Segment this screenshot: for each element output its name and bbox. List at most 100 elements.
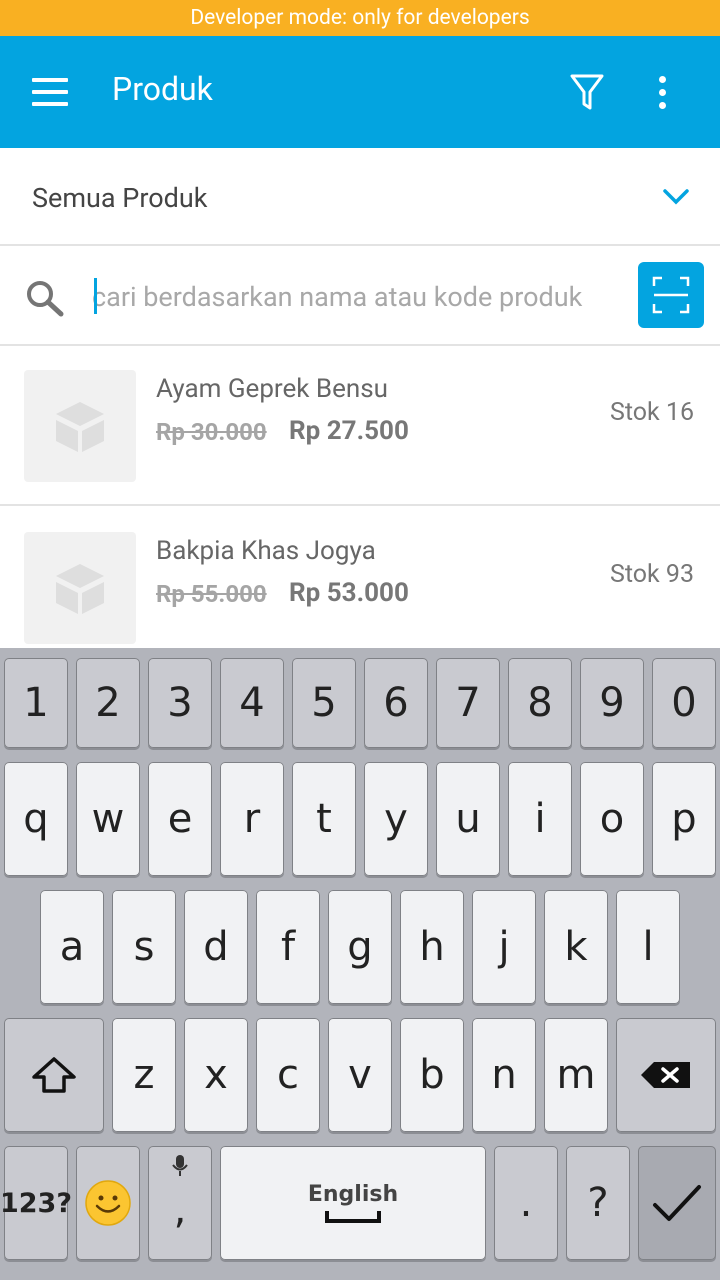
search-icon xyxy=(27,281,64,317)
key-o[interactable]: o xyxy=(580,762,644,876)
key-c[interactable]: c xyxy=(256,1018,320,1132)
developer-mode-text: Developer mode: only for developers xyxy=(190,6,530,30)
microphone-icon xyxy=(172,1155,188,1176)
key-z[interactable]: z xyxy=(112,1018,176,1132)
text-cursor xyxy=(94,278,97,314)
key-b[interactable]: b xyxy=(400,1018,464,1132)
key-w[interactable]: w xyxy=(76,762,140,876)
key-q[interactable]: q xyxy=(4,762,68,876)
key-0[interactable]: 0 xyxy=(652,658,716,748)
key-label: e xyxy=(167,796,193,842)
app-bar: Produk xyxy=(0,36,720,148)
chevron-down-icon xyxy=(663,189,689,205)
key-v[interactable]: v xyxy=(328,1018,392,1132)
menu-icon xyxy=(32,78,68,82)
key-6[interactable]: 6 xyxy=(364,658,428,748)
menu-button[interactable] xyxy=(28,72,72,112)
key-x[interactable]: x xyxy=(184,1018,248,1132)
question-mark-label: ? xyxy=(587,1180,609,1226)
key-y[interactable]: y xyxy=(364,762,428,876)
more-options-button[interactable] xyxy=(640,66,684,118)
emoji-key[interactable] xyxy=(76,1146,140,1260)
key-a[interactable]: a xyxy=(40,890,104,1004)
space-bar-icon xyxy=(325,1210,381,1223)
question-mark-key[interactable]: ? xyxy=(566,1146,630,1260)
barcode-scan-button[interactable] xyxy=(638,262,704,328)
key-j[interactable]: j xyxy=(472,890,536,1004)
space-key[interactable]: English xyxy=(220,1146,486,1260)
search-input[interactable] xyxy=(92,276,624,318)
scan-icon xyxy=(652,276,690,314)
key-5[interactable]: 5 xyxy=(292,658,356,748)
category-dropdown[interactable]: Semua Produk xyxy=(0,148,720,246)
key-t[interactable]: t xyxy=(292,762,356,876)
developer-mode-banner: Developer mode: only for developers xyxy=(0,0,720,36)
key-n[interactable]: n xyxy=(472,1018,536,1132)
key-label: f xyxy=(280,924,296,970)
key-l[interactable]: l xyxy=(616,890,680,1004)
more-vert-icon-dot xyxy=(659,89,666,96)
checkmark-icon xyxy=(653,1185,701,1221)
key-m[interactable]: m xyxy=(544,1018,608,1132)
key-p[interactable]: p xyxy=(652,762,716,876)
key-i[interactable]: i xyxy=(508,762,572,876)
shift-icon xyxy=(32,1057,76,1093)
key-label: 4 xyxy=(239,680,265,726)
key-label: 2 xyxy=(95,680,121,726)
product-original-price: Rp 55.000 xyxy=(156,580,267,608)
filter-button[interactable] xyxy=(562,66,612,116)
key-g[interactable]: g xyxy=(328,890,392,1004)
soft-keyboard: 1 2 3 4 5 6 7 8 9 0 q w e r t y u i o p … xyxy=(0,648,720,1280)
product-discount-price: Rp 27.500 xyxy=(289,416,409,446)
more-vert-icon-dot xyxy=(659,102,666,109)
key-label: b xyxy=(419,1052,445,1098)
product-list-item[interactable]: Bakpia Khas Jogya Rp 55.000 Rp 53.000 St… xyxy=(0,508,720,668)
key-1[interactable]: 1 xyxy=(4,658,68,748)
more-vert-icon xyxy=(659,76,666,83)
key-k[interactable]: k xyxy=(544,890,608,1004)
emoji-icon xyxy=(85,1180,131,1226)
key-label: v xyxy=(348,1052,372,1098)
done-key[interactable] xyxy=(638,1146,716,1260)
key-label: p xyxy=(671,796,697,842)
symbols-key[interactable]: 123? xyxy=(0,1146,72,1260)
key-8[interactable]: 8 xyxy=(508,658,572,748)
menu-icon-line xyxy=(32,102,68,106)
key-f[interactable]: f xyxy=(256,890,320,1004)
key-9[interactable]: 9 xyxy=(580,658,644,748)
period-key[interactable]: . xyxy=(494,1146,558,1260)
key-4[interactable]: 4 xyxy=(220,658,284,748)
key-3[interactable]: 3 xyxy=(148,658,212,748)
key-label: 0 xyxy=(671,680,697,726)
search-bar xyxy=(0,246,720,346)
page-title: Produk xyxy=(112,70,213,108)
box-icon xyxy=(56,564,104,614)
key-r[interactable]: r xyxy=(220,762,284,876)
key-label: q xyxy=(23,796,49,842)
menu-icon-line xyxy=(32,90,68,94)
product-list-item[interactable]: Ayam Geprek Bensu Rp 30.000 Rp 27.500 St… xyxy=(0,346,720,506)
key-label: 9 xyxy=(599,680,625,726)
key-label: u xyxy=(455,796,481,842)
product-discount-price: Rp 53.000 xyxy=(289,578,409,608)
key-2[interactable]: 2 xyxy=(76,658,140,748)
product-name: Bakpia Khas Jogya xyxy=(156,536,376,566)
comma-key[interactable]: , xyxy=(148,1146,212,1260)
product-thumbnail xyxy=(24,532,136,644)
key-label: 6 xyxy=(383,680,409,726)
key-d[interactable]: d xyxy=(184,890,248,1004)
filter-icon xyxy=(570,74,604,110)
key-e[interactable]: e xyxy=(148,762,212,876)
key-label: 5 xyxy=(311,680,337,726)
shift-key[interactable] xyxy=(4,1018,104,1132)
backspace-key[interactable] xyxy=(616,1018,716,1132)
product-stock: Stok 93 xyxy=(609,560,694,589)
key-s[interactable]: s xyxy=(112,890,176,1004)
key-7[interactable]: 7 xyxy=(436,658,500,748)
key-h[interactable]: h xyxy=(400,890,464,1004)
key-label: 7 xyxy=(455,680,481,726)
period-label: . xyxy=(519,1180,533,1226)
key-u[interactable]: u xyxy=(436,762,500,876)
key-label: y xyxy=(384,796,408,842)
key-label: s xyxy=(133,924,155,970)
